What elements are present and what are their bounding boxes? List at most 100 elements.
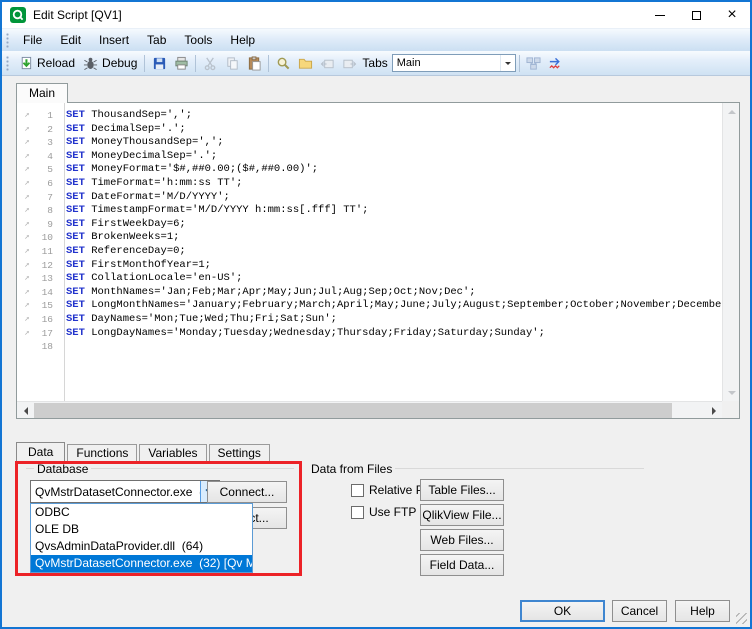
keyword: SET [66, 218, 85, 230]
line-wand-icon: ↗ [17, 191, 37, 205]
menu-item[interactable]: Insert [90, 30, 138, 50]
line-wand-icon: ↗ [17, 218, 37, 232]
close-icon[interactable]: × [714, 2, 750, 28]
database-connector-select[interactable]: QvMstrDatasetConnector.exe (3 [30, 480, 220, 503]
bottom-tab[interactable]: Variables [139, 444, 206, 461]
paste-icon [247, 56, 262, 71]
line-wand-icon: ↗ [17, 150, 37, 164]
debug-button[interactable]: Debug [79, 54, 141, 73]
tab-selector[interactable]: Main [392, 54, 516, 72]
menu-item[interactable]: Edit [51, 30, 90, 50]
keyword: SET [66, 286, 85, 298]
connector-option[interactable]: QvMstrDatasetConnector.exe (32) [Qv Micr… [31, 555, 252, 572]
scroll-down-icon[interactable] [723, 384, 740, 401]
promote-tab-button[interactable] [316, 53, 338, 73]
merge-tab-button[interactable] [338, 53, 360, 73]
menu-bar: FileEditInsertTabToolsHelp [2, 28, 750, 51]
print-icon [174, 56, 189, 71]
find-icon [276, 56, 291, 71]
toolbar-grip-icon [6, 33, 10, 48]
web-files-button[interactable]: Web Files... [420, 529, 504, 551]
merge-tab-icon [342, 56, 357, 71]
paste-button[interactable] [243, 53, 265, 73]
table-viewer-button[interactable] [523, 53, 545, 73]
help-button[interactable]: Help [675, 600, 730, 622]
horizontal-scrollbar[interactable] [17, 401, 722, 418]
menu-item[interactable]: Tab [138, 30, 175, 50]
script-tab-main[interactable]: Main [16, 83, 68, 103]
keyword: SET [66, 272, 85, 284]
bottom-tab[interactable]: Data [16, 442, 65, 461]
connector-option[interactable]: ODBC [31, 504, 252, 521]
line-number: 9 [37, 218, 59, 232]
print-button[interactable] [170, 53, 192, 73]
table-files-button[interactable]: Table Files... [420, 479, 504, 501]
line-number: 8 [37, 204, 59, 218]
save-icon [152, 56, 167, 71]
line-number: 18 [37, 340, 59, 354]
reload-button[interactable]: Reload [14, 54, 79, 73]
bottom-tab[interactable]: Settings [209, 444, 270, 461]
keyword: SET [66, 231, 85, 243]
code-line: ↗ 17 SET LongDayNames='Monday;Tuesday;We… [17, 327, 722, 341]
ok-button[interactable]: OK [520, 600, 605, 622]
connector-dropdown-list: ODBCOLE DBQvsAdminDataProvider.dll (64)Q… [30, 503, 253, 573]
menu-item[interactable]: Help [221, 30, 264, 50]
window-controls: × [642, 2, 750, 28]
resize-grip-icon[interactable] [736, 613, 747, 624]
scroll-right-icon[interactable] [705, 402, 722, 419]
code-text: MoneyDecimalSep='.'; [85, 150, 217, 162]
code-text: MonthNames='Jan;Feb;Mar;Apr;May;Jun;Jul;… [85, 286, 476, 298]
line-wand-icon: ↗ [17, 272, 37, 286]
scrollbar-thumb[interactable] [34, 403, 672, 418]
keyword: SET [66, 191, 85, 203]
line-number: 4 [37, 150, 59, 164]
menu-item[interactable]: File [14, 30, 51, 50]
bottom-tab[interactable]: Functions [67, 444, 137, 461]
scroll-up-icon[interactable] [723, 103, 740, 120]
field-data-button[interactable]: Field Data... [420, 554, 504, 576]
qlikview-logo-icon [10, 7, 26, 23]
scroll-left-icon[interactable] [17, 402, 34, 419]
connector-option[interactable]: QvsAdminDataProvider.dll (64) [31, 538, 252, 555]
cancel-button[interactable]: Cancel [612, 600, 667, 622]
line-wand-icon: ↗ [17, 123, 37, 137]
line-wand-icon: ↗ [17, 259, 37, 273]
keyword: SET [66, 163, 85, 175]
minimize-icon[interactable] [642, 2, 678, 28]
toolbar-separator [519, 55, 520, 72]
vertical-scrollbar[interactable] [722, 103, 739, 401]
code-text: MoneyFormat='$#,##0.00;($#,##0.00)'; [85, 163, 318, 175]
scrollbar-corner [722, 401, 739, 418]
cut-icon [203, 56, 218, 71]
use-ftp-checkbox[interactable] [351, 506, 364, 519]
code-line: ↗ 8 SET TimestampFormat='M/D/YYYY h:mm:s… [17, 204, 722, 218]
line-wand-icon: ↗ [17, 286, 37, 300]
menu-item[interactable]: Tools [175, 30, 221, 50]
line-number: 11 [37, 245, 59, 259]
relative-paths-checkbox[interactable] [351, 484, 364, 497]
keyword: SET [66, 177, 85, 189]
reload-icon [18, 56, 33, 71]
copy-button[interactable] [221, 53, 243, 73]
code-text: TimeFormat='h:mm:ss TT'; [85, 177, 243, 189]
connect-button[interactable]: Connect... [207, 481, 287, 503]
line-number: 6 [37, 177, 59, 191]
code-line: ↗ 1 SET ThousandSep=','; [17, 109, 722, 123]
maximize-icon[interactable] [678, 2, 714, 28]
save-button[interactable] [148, 53, 170, 73]
line-number: 15 [37, 299, 59, 313]
syntax-check-icon [548, 56, 563, 71]
find-button[interactable] [272, 53, 294, 73]
syntax-check-button[interactable] [545, 53, 567, 73]
line-wand-icon: ↗ [17, 163, 37, 177]
cut-button[interactable] [199, 53, 221, 73]
chevron-down-icon[interactable] [500, 55, 515, 71]
table-viewer-icon [526, 56, 541, 71]
open-file-button[interactable] [294, 53, 316, 73]
code-area[interactable]: ↗ 1 SET ThousandSep=','; ↗ 2 SET Decimal… [17, 103, 722, 401]
keyword: SET [66, 313, 85, 325]
script-editor[interactable]: ↗ 1 SET ThousandSep=','; ↗ 2 SET Decimal… [16, 102, 740, 419]
connector-option[interactable]: OLE DB [31, 521, 252, 538]
qlikview-file-button[interactable]: QlikView File... [420, 504, 504, 526]
